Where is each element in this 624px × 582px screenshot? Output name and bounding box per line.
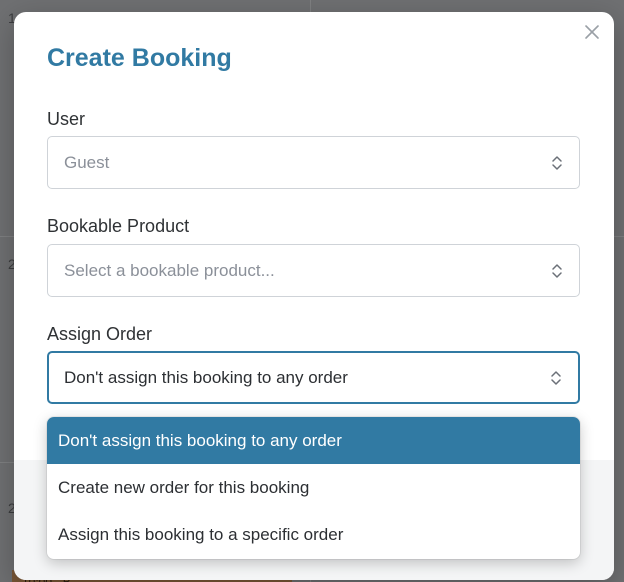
calendar-row-line [0,462,14,463]
calendar-row-line [614,236,624,237]
chevron-up-down-icon [551,370,561,385]
order-option-create-new[interactable]: Create new order for this booking [47,464,580,511]
close-icon [585,25,599,39]
close-button[interactable] [582,22,602,42]
user-select[interactable]: Guest [47,136,580,189]
product-select[interactable]: Select a bookable product... [47,244,580,297]
order-option-assign-specific[interactable]: Assign this booking to a specific order [47,511,580,558]
product-select-placeholder: Select a bookable product... [64,260,275,280]
create-booking-modal: Create Booking User Guest Bookable Produ… [14,12,614,580]
calendar-row-line [0,236,14,237]
user-select-value: Guest [64,152,110,172]
product-label: Bookable Product [47,216,190,236]
order-dropdown-list: Don't assign this booking to any order C… [47,417,580,559]
modal-title: Create Booking [47,44,232,72]
order-select-value: Don't assign this booking to any order [64,367,348,387]
order-select[interactable]: Don't assign this booking to any order [47,351,580,404]
order-label: Assign Order [47,324,153,344]
order-option-none[interactable]: Don't assign this booking to any order [47,417,580,464]
chevron-up-down-icon [552,155,562,170]
user-label: User [47,109,86,129]
chevron-up-down-icon [552,263,562,278]
